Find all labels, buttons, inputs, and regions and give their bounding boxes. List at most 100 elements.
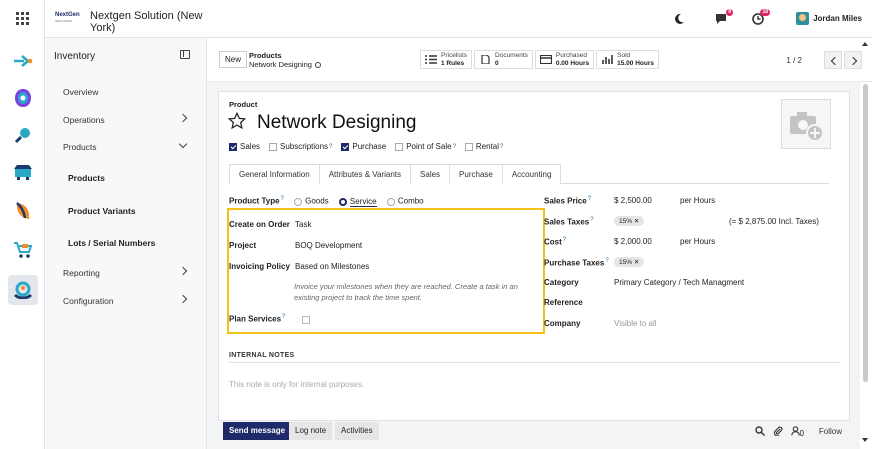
checkbox-checked[interactable] bbox=[341, 142, 350, 151]
tag-remove-x-icon[interactable]: ✕ bbox=[634, 218, 639, 225]
checkbox-unchecked[interactable] bbox=[269, 142, 278, 151]
help-tooltip-icon[interactable]: ? bbox=[588, 196, 591, 202]
sold-smart-button[interactable]: Sold 15.00 Hours bbox=[596, 50, 659, 69]
pricelists-smart-button[interactable]: Pricelists 1 Rules bbox=[420, 50, 473, 69]
rail-app-leaf-icon[interactable] bbox=[8, 196, 38, 226]
followers-count: 0 bbox=[799, 429, 804, 438]
purchase-checkbox[interactable]: Purchase bbox=[341, 142, 386, 151]
checkbox-unchecked[interactable] bbox=[464, 142, 473, 151]
stat-label: Sold bbox=[617, 52, 631, 59]
sidebar-item-products[interactable]: Products bbox=[63, 142, 97, 152]
sales-price-field[interactable]: $ 2,500.00 bbox=[614, 196, 652, 205]
pager-next-button[interactable] bbox=[844, 51, 862, 69]
cost-field[interactable]: $ 2,000.00 bbox=[614, 237, 652, 246]
help-tooltip-icon[interactable]: ? bbox=[281, 196, 284, 202]
point-of-sale-checkbox[interactable]: Point of Sale? bbox=[395, 142, 456, 151]
sales-taxes-field[interactable]: 15% ✕ bbox=[614, 216, 645, 226]
sales-taxes-row: Sales Taxes? bbox=[544, 217, 594, 227]
sidebar-item-configuration[interactable]: Configuration bbox=[63, 296, 114, 306]
rail-app-search-icon[interactable] bbox=[8, 120, 38, 150]
rental-checkbox[interactable]: Rental? bbox=[464, 142, 503, 151]
camera-add-icon bbox=[790, 112, 824, 142]
checkbox-unchecked[interactable] bbox=[395, 142, 404, 151]
search-icon[interactable] bbox=[754, 426, 765, 436]
sidebar-item-reporting[interactable]: Reporting bbox=[63, 268, 100, 278]
chatter-bar: Send message Log note Activities 0 Follo… bbox=[218, 422, 854, 442]
help-tooltip-icon[interactable]: ? bbox=[329, 144, 332, 150]
sidebar-item-overview[interactable]: Overview bbox=[63, 87, 98, 97]
scroll-down-arrow-icon[interactable] bbox=[862, 438, 868, 442]
apps-menu-icon[interactable] bbox=[16, 12, 29, 25]
messages-chat-icon[interactable]: 8 bbox=[715, 9, 733, 26]
rail-app-inventory-icon[interactable] bbox=[8, 275, 38, 305]
plan-services-checkbox[interactable] bbox=[301, 315, 310, 324]
radio-combo[interactable] bbox=[386, 197, 395, 206]
create-on-order-field[interactable]: Task bbox=[295, 220, 311, 229]
paperclip-icon[interactable] bbox=[773, 426, 783, 436]
help-tooltip-icon[interactable]: ? bbox=[282, 314, 285, 320]
help-tooltip-icon[interactable]: ? bbox=[563, 237, 566, 243]
company-field[interactable]: Visible to all bbox=[614, 319, 657, 328]
project-field[interactable]: BOQ Development bbox=[295, 241, 362, 250]
checkbox-checked[interactable] bbox=[229, 142, 237, 151]
tab-accounting[interactable]: Accounting bbox=[501, 164, 562, 184]
activities-badge: 18 bbox=[760, 9, 770, 16]
rail-app-cart-icon[interactable] bbox=[8, 235, 38, 265]
company-name[interactable]: Nextgen Solution (New York) bbox=[90, 10, 230, 34]
user-menu[interactable]: Jordan Miles bbox=[796, 12, 862, 25]
documents-smart-button[interactable]: Documents 0 bbox=[474, 50, 533, 69]
activities-clock-icon[interactable]: 18 bbox=[752, 9, 770, 27]
favorite-star-icon[interactable] bbox=[228, 112, 246, 130]
pager-previous-button[interactable] bbox=[824, 51, 842, 69]
tab-general-information[interactable]: General Information bbox=[229, 164, 320, 184]
tag-label: 15% bbox=[619, 218, 633, 225]
vertical-scrollbar[interactable] bbox=[863, 84, 868, 382]
sidebar-item-operations[interactable]: Operations bbox=[63, 115, 105, 125]
tab-purchase[interactable]: Purchase bbox=[449, 164, 503, 184]
purchased-smart-button[interactable]: Purchased 0.00 Hours bbox=[534, 50, 595, 69]
log-note-button[interactable]: Log note bbox=[289, 422, 333, 440]
followers-indicator[interactable]: 0 bbox=[790, 426, 804, 438]
gear-icon[interactable] bbox=[314, 62, 321, 69]
send-message-button[interactable]: Send message bbox=[223, 422, 292, 440]
rail-app-shop-icon[interactable] bbox=[8, 157, 38, 187]
new-button[interactable]: New bbox=[219, 51, 248, 68]
radio-goods[interactable] bbox=[294, 197, 303, 206]
rail-app-odoo-icon[interactable] bbox=[8, 83, 38, 113]
chevron-right-icon[interactable] bbox=[178, 266, 188, 276]
chevron-right-icon[interactable] bbox=[178, 294, 188, 304]
sidebar-subitem-products[interactable]: Products bbox=[68, 173, 105, 183]
chevron-down-icon[interactable] bbox=[178, 139, 188, 149]
purchase-taxes-row: Purchase Taxes? bbox=[544, 258, 609, 268]
category-field[interactable]: Primary Category / Tech Managment bbox=[614, 278, 744, 287]
product-image-placeholder[interactable] bbox=[781, 99, 831, 149]
tab-sales[interactable]: Sales bbox=[410, 164, 451, 184]
top-navbar: NextGen SOLUTIONS Nextgen Solution (New … bbox=[45, 0, 872, 38]
stat-value: 1 Rules bbox=[441, 60, 465, 67]
pager-value[interactable]: 1 / 2 bbox=[786, 56, 802, 65]
rail-app-transfer-icon[interactable] bbox=[8, 46, 38, 76]
radio-service[interactable] bbox=[338, 197, 347, 206]
help-tooltip-icon[interactable]: ? bbox=[605, 258, 608, 264]
purchase-taxes-field[interactable]: 15% ✕ bbox=[614, 257, 645, 267]
subscriptions-checkbox[interactable]: Subscriptions? bbox=[269, 142, 332, 151]
field-label: Invoicing Policy bbox=[229, 262, 290, 271]
dark-mode-moon-icon[interactable] bbox=[673, 13, 685, 27]
invoicing-policy-field[interactable]: Based on Milestones bbox=[295, 262, 369, 271]
product-name[interactable]: Network Designing bbox=[257, 112, 416, 134]
sidebar-subitem-lots-serial[interactable]: Lots / Serial Numbers bbox=[68, 238, 155, 248]
breadcrumb-parent[interactable]: Products bbox=[249, 51, 321, 60]
help-tooltip-icon[interactable]: ? bbox=[453, 144, 456, 150]
follow-button[interactable]: Follow bbox=[819, 427, 842, 436]
scroll-up-arrow-icon[interactable] bbox=[862, 42, 868, 46]
sidebar-subitem-product-variants[interactable]: Product Variants bbox=[68, 206, 136, 216]
internal-notes-input[interactable]: This note is only for internal purposes. bbox=[229, 380, 364, 389]
activities-button[interactable]: Activities bbox=[335, 422, 379, 440]
help-tooltip-icon[interactable]: ? bbox=[590, 217, 593, 223]
tab-attributes-variants[interactable]: Attributes & Variants bbox=[318, 164, 412, 184]
tag-remove-x-icon[interactable]: ✕ bbox=[634, 259, 639, 266]
help-tooltip-icon[interactable]: ? bbox=[500, 144, 503, 150]
chevron-right-icon[interactable] bbox=[178, 113, 188, 123]
sidebar-toggle-icon[interactable] bbox=[180, 50, 190, 59]
sales-checkbox[interactable]: Sales bbox=[229, 142, 260, 151]
